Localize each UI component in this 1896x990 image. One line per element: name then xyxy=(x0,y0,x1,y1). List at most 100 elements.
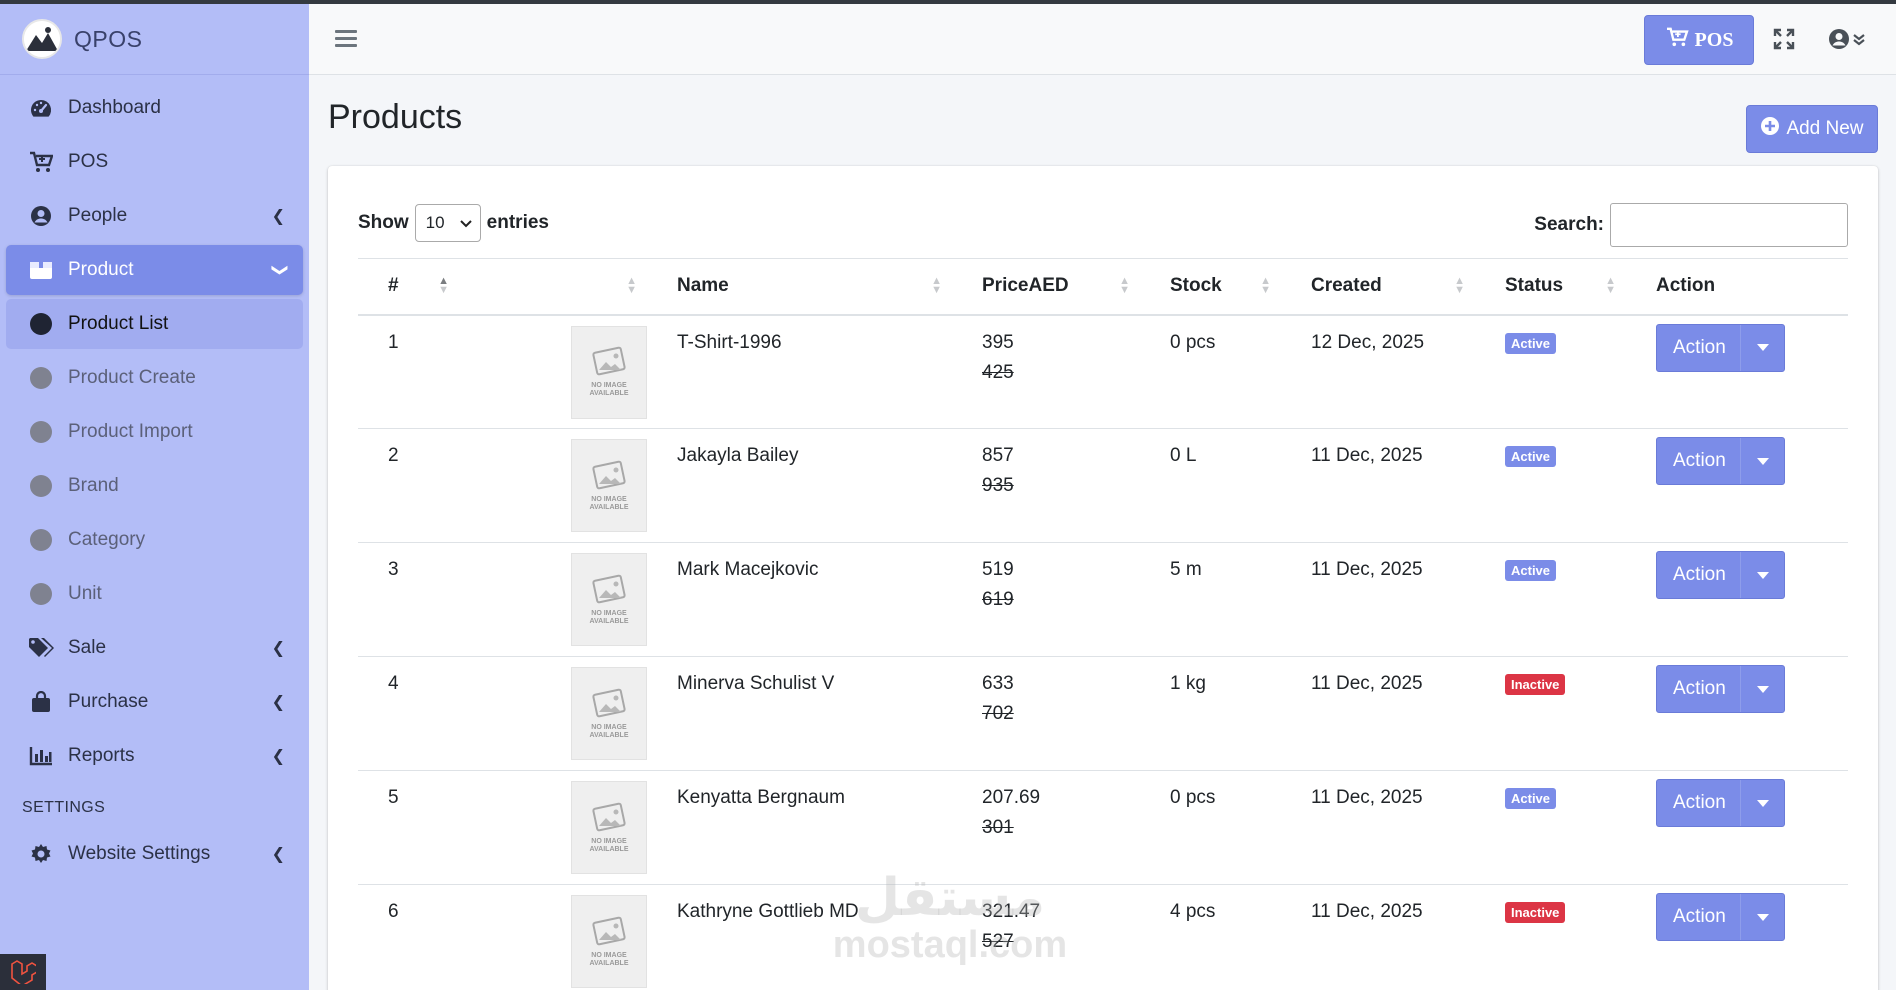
sidebar-item-people[interactable]: People ❮ xyxy=(6,191,303,241)
product-price: 395 425 xyxy=(952,314,1140,429)
action-dropdown-button[interactable]: Action xyxy=(1656,665,1785,713)
row-number: 5 xyxy=(358,770,459,885)
action-dropdown-button[interactable]: Action xyxy=(1656,779,1785,827)
price-current: 395 xyxy=(982,331,1014,353)
sidebar-item-label: Product Create xyxy=(68,367,196,388)
product-action-cell: Action xyxy=(1626,314,1848,429)
sort-icon: ▲ ▼ xyxy=(1454,275,1465,297)
caret-down-icon[interactable] xyxy=(1740,552,1784,598)
menu-toggle-icon[interactable] xyxy=(335,30,357,48)
column-header-price[interactable]: PriceAED ▲ ▼ xyxy=(952,258,1140,316)
action-dropdown-button[interactable]: Action xyxy=(1656,437,1785,485)
column-header-image[interactable]: ▲ ▼ xyxy=(459,258,647,316)
product-created: 11 Dec, 2025 xyxy=(1281,884,1475,990)
image-placeholder-icon xyxy=(592,460,626,489)
entries-select-value: 10 xyxy=(425,213,445,232)
product-status: Inactive xyxy=(1475,656,1626,771)
product-stock: 0 pcs xyxy=(1140,314,1281,429)
column-header-status[interactable]: Status ▲ ▼ xyxy=(1475,258,1626,316)
no-image-placeholder: NO IMAGE AVAILABLE xyxy=(571,325,647,419)
caret-down-icon[interactable] xyxy=(1740,666,1784,712)
sidebar-item-label: Purchase xyxy=(68,691,149,712)
sidebar-item-pos[interactable]: POS xyxy=(6,137,303,187)
entries-select[interactable]: 10 xyxy=(414,204,481,242)
product-action-cell: Action xyxy=(1626,428,1848,543)
product-name: T-Shirt-1996 xyxy=(647,314,952,429)
chevron-left-icon: ❮ xyxy=(271,846,285,863)
sidebar-item-product-import[interactable]: Product Import xyxy=(6,407,303,457)
column-header-number[interactable]: # ▲ ▼ xyxy=(358,258,459,316)
sidebar-item-brand[interactable]: Brand xyxy=(6,461,303,511)
circle-icon xyxy=(28,581,54,607)
column-header-name[interactable]: Name ▲ ▼ xyxy=(647,258,952,316)
chevron-left-icon: ❮ xyxy=(271,208,285,225)
price-current: 633 xyxy=(982,673,1014,694)
sidebar-item-dashboard[interactable]: Dashboard xyxy=(6,83,303,133)
product-stock: 5 m xyxy=(1140,542,1281,657)
sidebar-item-product[interactable]: Product ❮ xyxy=(6,245,303,295)
no-image-placeholder: NO IMAGE AVAILABLE xyxy=(571,895,647,988)
row-number: 3 xyxy=(358,542,459,657)
fullscreen-icon[interactable] xyxy=(1773,28,1795,50)
show-label: Show xyxy=(358,212,409,233)
product-price: 857 935 xyxy=(952,428,1140,543)
sidebar-item-unit[interactable]: Unit xyxy=(6,569,303,619)
column-header-created[interactable]: Created ▲ ▼ xyxy=(1281,258,1475,316)
product-action-cell: Action xyxy=(1626,884,1848,990)
sidebar-item-category[interactable]: Category xyxy=(6,515,303,565)
table-row: 4 NO IMAGE AVAILABLE Minerva Schulist V … xyxy=(358,656,1848,771)
sidebar-item-reports[interactable]: Reports ❮ xyxy=(6,731,303,781)
box-icon xyxy=(28,257,54,283)
product-image-cell: NO IMAGE AVAILABLE xyxy=(459,884,647,990)
sidebar: QPOS Dashboard POS People ❮ Product ❮ Pr… xyxy=(0,4,309,990)
action-label: Action xyxy=(1673,906,1726,927)
pos-button[interactable]: POS xyxy=(1644,15,1754,65)
user-menu-icon[interactable] xyxy=(1828,26,1870,52)
action-dropdown-button[interactable]: Action xyxy=(1656,323,1785,372)
product-created: 11 Dec, 2025 xyxy=(1281,770,1475,885)
caret-down-icon[interactable] xyxy=(1740,324,1784,371)
cart-icon xyxy=(28,149,54,175)
no-image-placeholder: NO IMAGE AVAILABLE xyxy=(571,667,647,760)
sidebar-item-product-create[interactable]: Product Create xyxy=(6,353,303,403)
row-number: 4 xyxy=(358,656,459,771)
column-header-action: Action xyxy=(1626,258,1848,316)
brand[interactable]: QPOS xyxy=(0,4,309,75)
product-price: 207.69 301 xyxy=(952,770,1140,885)
add-new-button[interactable]: Add New xyxy=(1746,105,1878,153)
image-placeholder-icon xyxy=(592,346,626,376)
sidebar-item-purchase[interactable]: Purchase ❮ xyxy=(6,677,303,727)
sidebar-item-label: Brand xyxy=(68,475,119,496)
product-name: Kenyatta Bergnaum xyxy=(647,770,952,885)
caret-down-icon[interactable] xyxy=(1740,894,1784,940)
sidebar-item-label: Website Settings xyxy=(68,843,211,864)
product-price: 633 702 xyxy=(952,656,1140,771)
chevron-left-icon: ❮ xyxy=(271,640,285,657)
page-title: Products xyxy=(328,98,463,136)
circle-icon xyxy=(28,527,54,553)
sidebar-item-product-list[interactable]: Product List xyxy=(6,299,303,349)
laravel-icon[interactable] xyxy=(0,954,46,990)
action-dropdown-button[interactable]: Action xyxy=(1656,551,1785,599)
caret-down-icon[interactable] xyxy=(1740,780,1784,826)
product-created: 12 Dec, 2025 xyxy=(1281,314,1475,429)
caret-down-icon[interactable] xyxy=(1740,438,1784,484)
column-header-stock[interactable]: Stock ▲ ▼ xyxy=(1140,258,1281,316)
image-placeholder-icon xyxy=(592,916,626,945)
circle-icon xyxy=(28,311,54,337)
no-image-placeholder: NO IMAGE AVAILABLE xyxy=(571,781,647,874)
action-label: Action xyxy=(1673,792,1726,813)
circle-icon xyxy=(28,419,54,445)
action-dropdown-button[interactable]: Action xyxy=(1656,893,1785,941)
action-label: Action xyxy=(1673,564,1726,585)
no-image-text: NO IMAGE AVAILABLE xyxy=(589,723,629,739)
sidebar-settings-header: SETTINGS xyxy=(22,799,106,816)
search-label: Search: xyxy=(1534,214,1604,235)
sidebar-item-website-settings[interactable]: Website Settings ❮ xyxy=(6,829,303,879)
sidebar-item-sale[interactable]: Sale ❮ xyxy=(6,623,303,673)
window-top-border xyxy=(0,0,1896,4)
product-created: 11 Dec, 2025 xyxy=(1281,428,1475,543)
action-label: Action xyxy=(1673,450,1726,471)
search-input[interactable] xyxy=(1610,203,1848,247)
sort-icon: ▲ ▼ xyxy=(1119,275,1130,297)
